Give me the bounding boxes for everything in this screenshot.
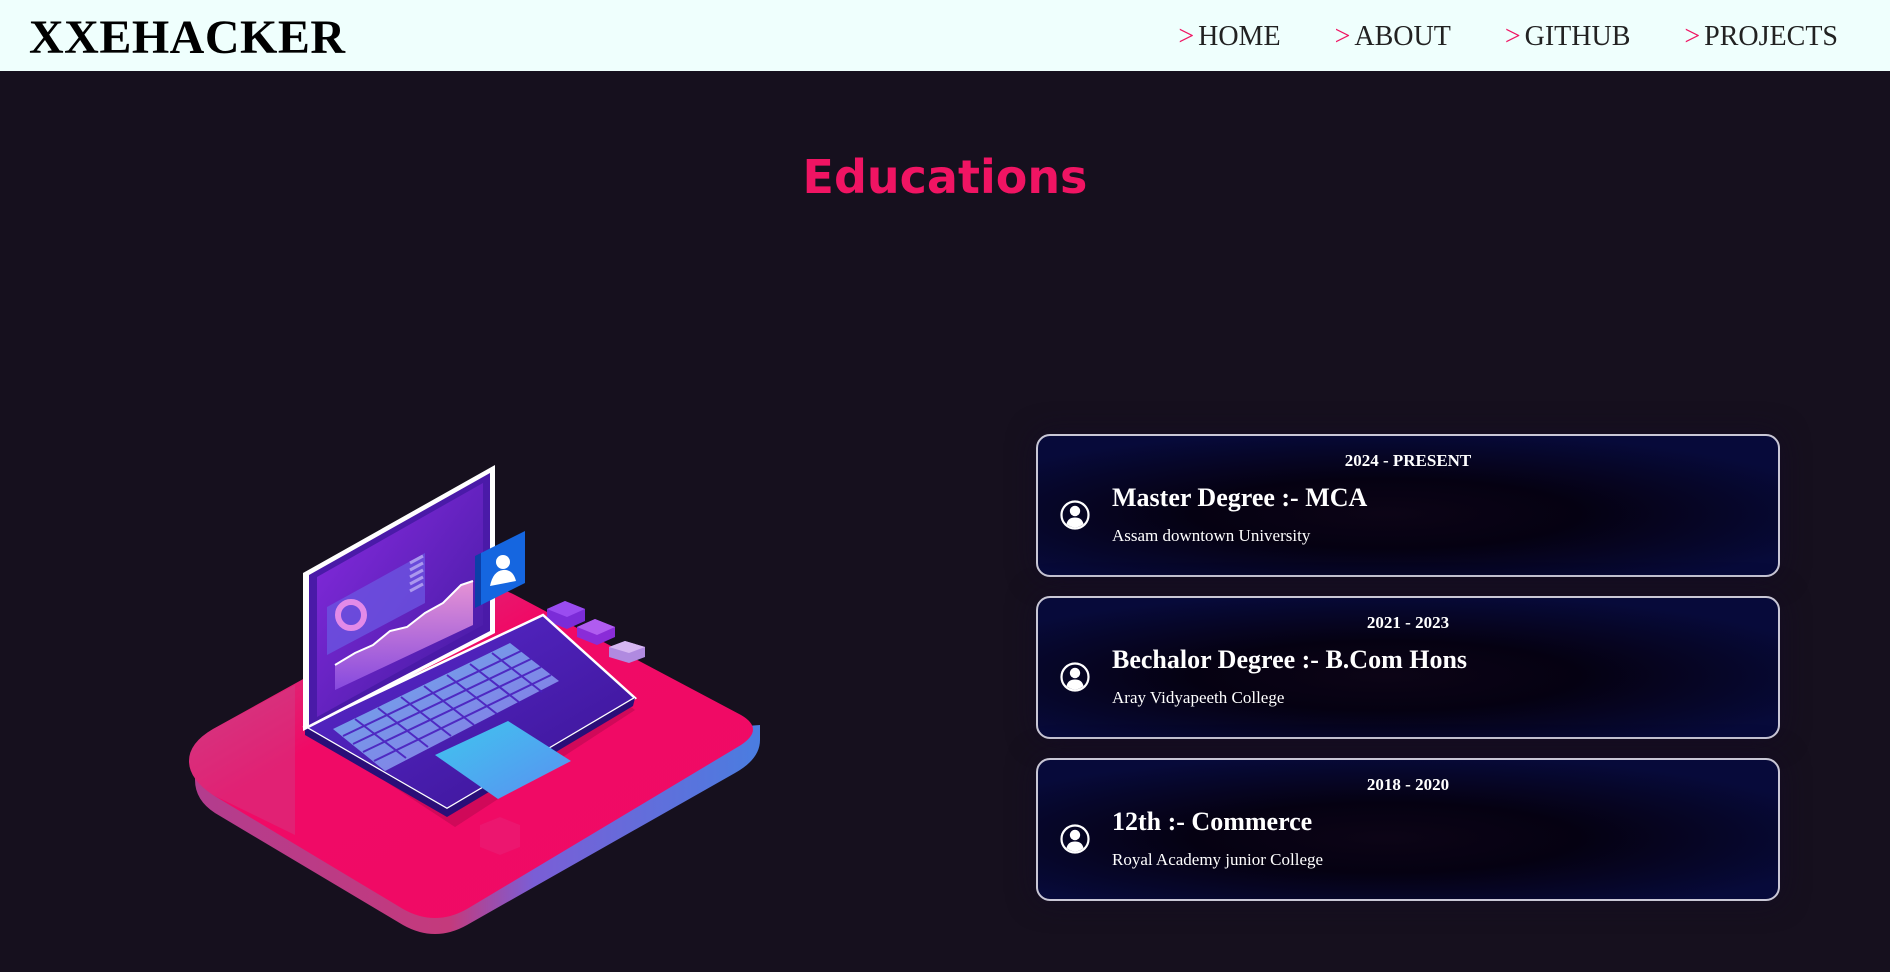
nav-github-link[interactable]: > GITHUB [1505,21,1631,53]
chevron-right-icon: > [1334,20,1351,52]
education-card: 2024 - PRESENT Master Degree :- MCA Assa… [1036,434,1780,577]
education-title: 12th :- Commerce [1112,807,1313,836]
education-institution: Royal Academy junior College [1112,850,1324,869]
education-institution: Aray Vidyapeeth College [1112,688,1285,707]
education-date: 2018 - 2020 [1366,775,1450,794]
nav-about-link[interactable]: > ABOUT [1335,21,1451,53]
nav-about-label: ABOUT [1354,20,1451,52]
nav-home-link[interactable]: > HOME [1178,21,1280,53]
education-title: Bechalor Degree :- B.Com Hons [1112,645,1468,674]
education-card: 2021 - 2023 Bechalor Degree :- B.Com Hon… [1036,596,1780,739]
education-date: 2024 - PRESENT [1344,451,1472,470]
section-title: Educations [802,150,1088,204]
nav-links: > HOME > ABOUT > GITHUB > PROJECTS [1178,21,1838,53]
user-circle-icon [1060,500,1090,530]
chevron-right-icon: > [1504,20,1521,52]
nav-github-label: GITHUB [1524,20,1631,52]
nav-home-label: HOME [1198,20,1281,52]
navbar: XXEHACKER > HOME > ABOUT > GITHUB > PROJECTS [0,0,1890,71]
chevron-right-icon: > [1178,20,1195,52]
nav-projects-link[interactable]: > PROJECTS [1684,21,1838,53]
education-card: 2018 - 2020 12th :- Commerce Royal Acade… [1036,758,1780,901]
education-title: Master Degree :- MCA [1112,483,1368,512]
education-timeline: 2024 - PRESENT Master Degree :- MCA Assa… [1036,434,1780,920]
user-circle-icon [1060,824,1090,854]
education-date: 2021 - 2023 [1366,613,1450,632]
chevron-right-icon: > [1684,20,1701,52]
user-circle-icon [1060,662,1090,692]
nav-projects-label: PROJECTS [1704,20,1838,52]
brand-logo[interactable]: XXEHACKER [29,10,346,65]
education-institution: Assam downtown University [1112,526,1311,545]
laptop-illustration [189,465,760,934]
